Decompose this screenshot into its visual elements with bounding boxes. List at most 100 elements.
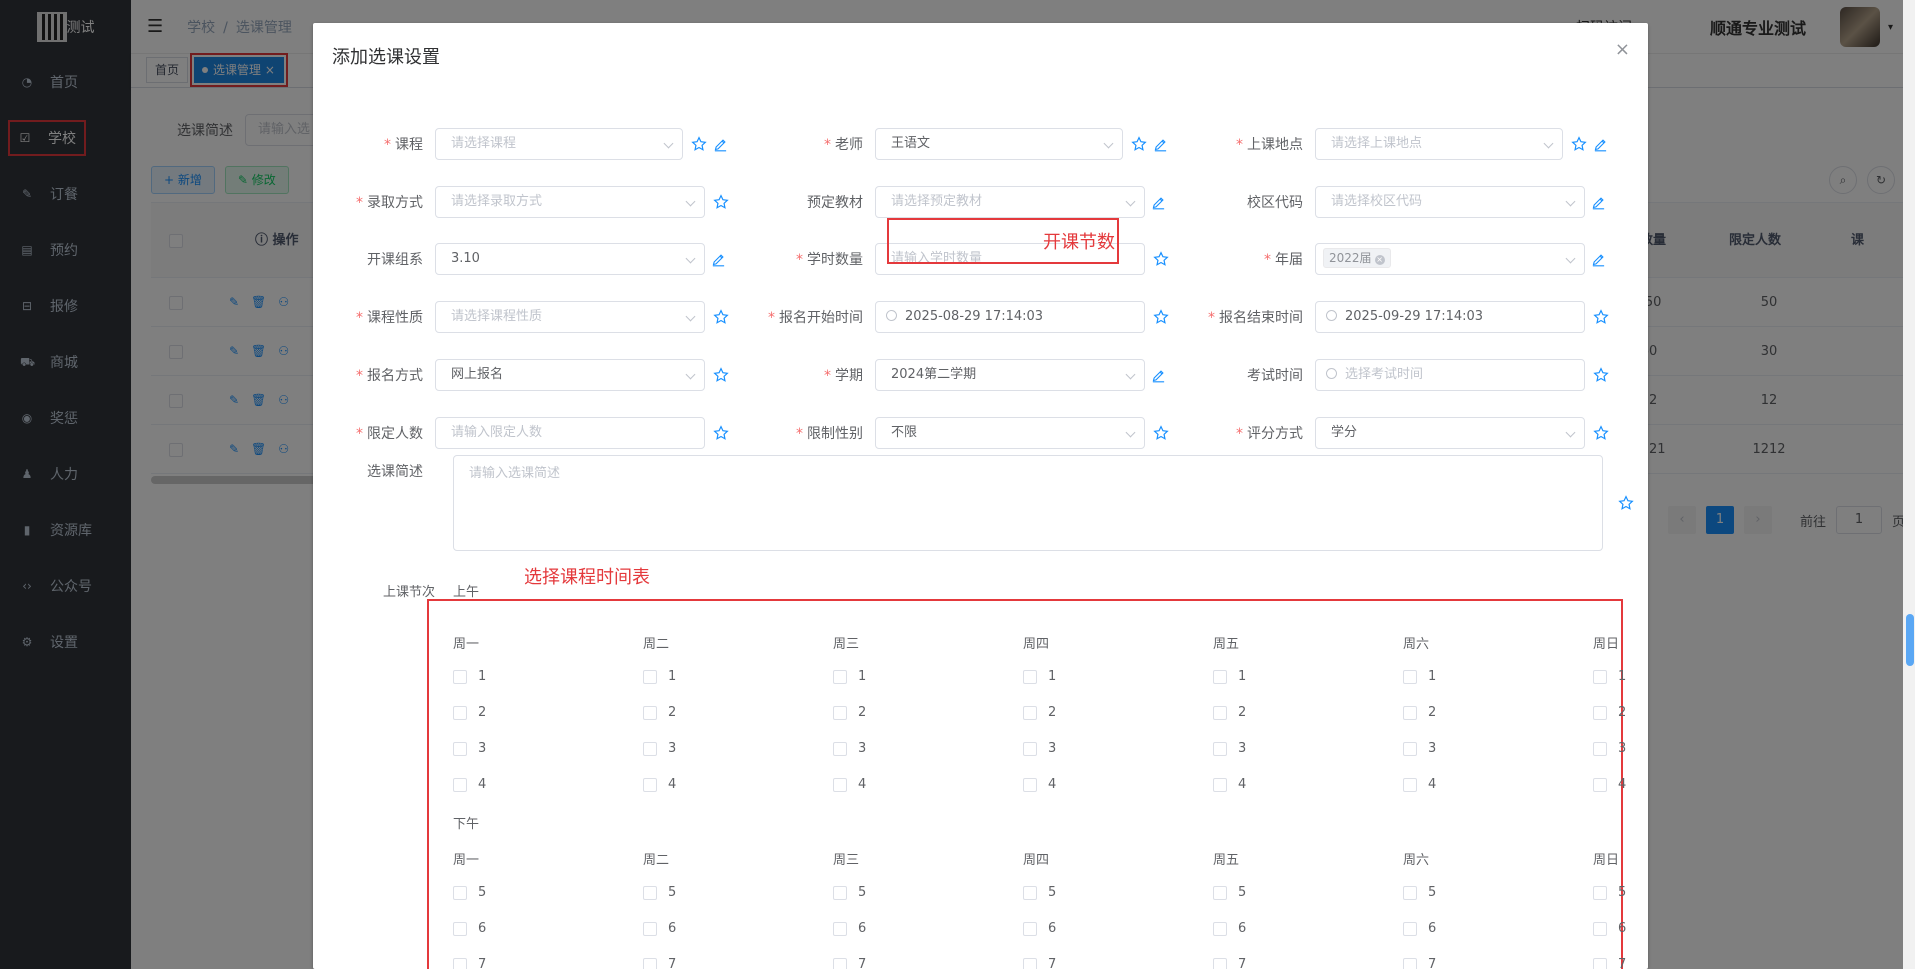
campus-control[interactable]: 请选择校区代码: [1315, 186, 1585, 218]
slot-checkbox[interactable]: 3: [1403, 741, 1436, 756]
pencil-icon[interactable]: [711, 252, 726, 267]
group-control[interactable]: 3.10: [435, 243, 705, 275]
slot-checkbox[interactable]: 4: [1403, 777, 1436, 792]
pencil-icon[interactable]: [1593, 137, 1608, 152]
pencil-icon[interactable]: [1591, 252, 1606, 267]
slot-checkbox[interactable]: 7: [1023, 957, 1056, 969]
star-icon[interactable]: [1131, 136, 1147, 152]
slot-checkbox[interactable]: 1: [643, 669, 676, 684]
slot-checkbox[interactable]: 4: [1023, 777, 1056, 792]
course-control[interactable]: 请选择课程: [435, 128, 683, 160]
slot-checkbox[interactable]: 7: [453, 957, 486, 969]
star-icon[interactable]: [1153, 309, 1169, 325]
slot-checkbox[interactable]: 2: [833, 705, 866, 720]
star-icon[interactable]: [713, 309, 729, 325]
slot-checkbox[interactable]: 5: [453, 885, 486, 900]
slot-checkbox[interactable]: 2: [1023, 705, 1056, 720]
slot-checkbox[interactable]: 7: [1213, 957, 1246, 969]
star-icon[interactable]: [713, 367, 729, 383]
slot-checkbox[interactable]: 7: [1593, 957, 1626, 969]
start-control[interactable]: 2025-08-29 17:14:03: [875, 301, 1145, 333]
pencil-icon[interactable]: [1153, 137, 1168, 152]
grade-control[interactable]: 2022届 ×: [1315, 243, 1585, 275]
pencil-icon[interactable]: [1151, 195, 1166, 210]
slot-checkbox[interactable]: 1: [1023, 669, 1056, 684]
star-icon[interactable]: [1153, 251, 1169, 267]
nature-control[interactable]: 请选择课程性质: [435, 301, 705, 333]
slot-checkbox[interactable]: 1: [453, 669, 486, 684]
slot-checkbox[interactable]: 6: [1023, 921, 1056, 936]
slot-checkbox[interactable]: 3: [1023, 741, 1056, 756]
star-icon[interactable]: [713, 425, 729, 441]
gender-control[interactable]: 不限: [875, 417, 1145, 449]
star-icon[interactable]: [1153, 425, 1169, 441]
slot-checkbox[interactable]: 1: [1403, 669, 1436, 684]
slot-checkbox[interactable]: 3: [1213, 741, 1246, 756]
slot-checkbox[interactable]: 6: [1403, 921, 1436, 936]
limit-control[interactable]: 请输入限定人数: [435, 417, 705, 449]
slot-checkbox[interactable]: 6: [453, 921, 486, 936]
slot-checkbox[interactable]: 4: [833, 777, 866, 792]
slot-checkbox[interactable]: 6: [643, 921, 676, 936]
slot-checkbox[interactable]: 7: [643, 957, 676, 969]
star-icon[interactable]: [1618, 495, 1634, 511]
slot-checkbox[interactable]: 3: [833, 741, 866, 756]
slot-checkbox[interactable]: 5: [1593, 885, 1626, 900]
desc-textarea[interactable]: 请输入选课简述: [453, 455, 1603, 551]
star-icon[interactable]: [691, 136, 707, 152]
slot-checkbox[interactable]: 4: [1593, 777, 1626, 792]
end-control[interactable]: 2025-09-29 17:14:03: [1315, 301, 1585, 333]
slot-checkbox[interactable]: 2: [643, 705, 676, 720]
slot-checkbox[interactable]: 7: [833, 957, 866, 969]
star-icon[interactable]: [1571, 136, 1587, 152]
slot-checkbox[interactable]: 1: [1213, 669, 1246, 684]
pencil-icon[interactable]: [1591, 195, 1606, 210]
location-control[interactable]: 请选择上课地点: [1315, 128, 1563, 160]
pencil-icon[interactable]: [1151, 368, 1166, 383]
slot-checkbox[interactable]: 5: [833, 885, 866, 900]
slot-checkbox[interactable]: 3: [453, 741, 486, 756]
slot-checkbox[interactable]: 6: [833, 921, 866, 936]
signup-control[interactable]: 网上报名: [435, 359, 705, 391]
slot-checkbox[interactable]: 4: [643, 777, 676, 792]
page-scrollbar[interactable]: [1903, 0, 1915, 969]
star-icon[interactable]: [1593, 367, 1609, 383]
field-term: * 学期 2024第二学期: [753, 359, 1166, 391]
clock-icon: [1326, 310, 1337, 321]
slot-checkbox[interactable]: 1: [833, 669, 866, 684]
exam-control[interactable]: 选择考试时间: [1315, 359, 1585, 391]
slot-checkbox[interactable]: 2: [453, 705, 486, 720]
teacher-control[interactable]: 王语文: [875, 128, 1123, 160]
slot-checkbox[interactable]: 2: [1403, 705, 1436, 720]
slot-checkbox[interactable]: 2: [1593, 705, 1626, 720]
slot-checkbox[interactable]: 5: [1403, 885, 1436, 900]
textbook-control[interactable]: 请选择预定教材: [875, 186, 1145, 218]
slot-checkbox[interactable]: 4: [453, 777, 486, 792]
admission-label: * 录取方式: [356, 195, 423, 211]
day-pm-0: 周一: [453, 853, 480, 868]
star-icon[interactable]: [713, 194, 729, 210]
course-label: * 课程: [384, 137, 423, 153]
slot-checkbox[interactable]: 3: [643, 741, 676, 756]
slot-checkbox[interactable]: 7: [1403, 957, 1436, 969]
slot-checkbox[interactable]: 2: [1213, 705, 1246, 720]
campus-label: 校区代码: [1247, 195, 1303, 211]
slot-checkbox[interactable]: 6: [1593, 921, 1626, 936]
slot-checkbox[interactable]: 3: [1593, 741, 1626, 756]
slot-checkbox[interactable]: 5: [1213, 885, 1246, 900]
grading-control[interactable]: 学分: [1315, 417, 1585, 449]
slot-checkbox[interactable]: 5: [643, 885, 676, 900]
gender-label: * 限制性别: [796, 426, 863, 442]
pencil-icon[interactable]: [713, 137, 728, 152]
star-icon[interactable]: [1593, 425, 1609, 441]
field-teacher: * 老师 王语文: [753, 128, 1168, 160]
slot-checkbox[interactable]: 6: [1213, 921, 1246, 936]
slot-checkbox[interactable]: 4: [1213, 777, 1246, 792]
field-course: * 课程 请选择课程: [313, 128, 728, 160]
slot-checkbox[interactable]: 5: [1023, 885, 1056, 900]
admission-control[interactable]: 请选择录取方式: [435, 186, 705, 218]
slot-checkbox[interactable]: 1: [1593, 669, 1626, 684]
close-icon[interactable]: ×: [1615, 39, 1630, 60]
term-control[interactable]: 2024第二学期: [875, 359, 1145, 391]
star-icon[interactable]: [1593, 309, 1609, 325]
